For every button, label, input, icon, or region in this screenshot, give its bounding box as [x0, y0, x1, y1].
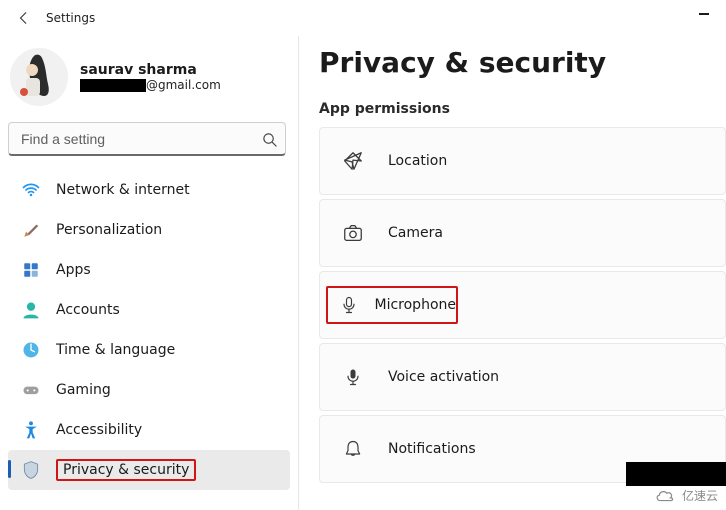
permission-microphone[interactable]: Microphone [319, 271, 726, 339]
bell-icon [338, 434, 368, 464]
profile-block[interactable]: saurav sharma @gmail.com [8, 42, 290, 122]
profile-email: @gmail.com [80, 78, 221, 92]
email-suffix: @gmail.com [146, 78, 221, 92]
sidebar-item-accessibility[interactable]: Accessibility [8, 410, 290, 450]
sidebar-item-label: Accounts [56, 302, 120, 318]
shield-icon [20, 459, 42, 481]
sidebar-item-label: Time & language [56, 342, 175, 358]
voice-icon [338, 362, 368, 392]
sidebar-item-time-language[interactable]: Time & language [8, 330, 290, 370]
page-title: Privacy & security [319, 46, 726, 79]
sidebar-item-personalization[interactable]: Personalization [8, 210, 290, 250]
permission-camera[interactable]: Camera [319, 199, 726, 267]
permission-voice-activation[interactable]: Voice activation [319, 343, 726, 411]
sidebar-item-privacy-security[interactable]: Privacy & security [8, 450, 290, 490]
clock-globe-icon [20, 339, 42, 361]
watermark-text: 亿速云 [682, 487, 718, 504]
card-label: Voice activation [388, 369, 499, 385]
redacted-band [626, 462, 726, 486]
sidebar-item-apps[interactable]: Apps [8, 250, 290, 290]
redacted-segment [80, 79, 146, 92]
avatar-image [10, 48, 68, 106]
card-label: Microphone [375, 297, 457, 313]
sidebar-item-label: Gaming [56, 382, 111, 398]
cloud-logo-icon [654, 488, 676, 504]
location-icon [338, 146, 368, 176]
section-title: App permissions [319, 101, 726, 117]
sidebar-item-label: Personalization [56, 222, 162, 238]
permission-location[interactable]: Location [319, 127, 726, 195]
microphone-icon [338, 290, 361, 320]
gamepad-icon [20, 379, 42, 401]
search-icon [262, 132, 277, 147]
back-button[interactable] [12, 6, 36, 30]
card-label: Camera [388, 225, 443, 241]
permission-cards: Location Camera Microphone [319, 127, 726, 483]
arrow-left-icon [17, 11, 31, 25]
titlebar: Settings [0, 0, 726, 36]
minimize-button[interactable] [692, 6, 716, 22]
apps-icon [20, 259, 42, 281]
profile-name: saurav sharma [80, 62, 221, 78]
avatar [10, 48, 68, 106]
paintbrush-icon [20, 219, 42, 241]
sidebar-item-label: Accessibility [56, 422, 142, 438]
accessibility-icon [20, 419, 42, 441]
minimize-icon [699, 13, 709, 14]
microphone-highlight-box: Microphone [326, 286, 458, 324]
sidebar-item-label: Apps [56, 262, 91, 278]
sidebar-item-gaming[interactable]: Gaming [8, 370, 290, 410]
search-field[interactable] [8, 122, 286, 156]
card-label: Notifications [388, 441, 476, 457]
sidebar-item-label: Network & internet [56, 182, 190, 198]
wifi-icon [20, 179, 42, 201]
sidebar-item-accounts[interactable]: Accounts [8, 290, 290, 330]
content-pane: Privacy & security App permissions Locat… [298, 36, 726, 510]
card-label: Location [388, 153, 447, 169]
camera-icon [338, 218, 368, 248]
sidebar-item-label: Privacy & security [56, 459, 196, 481]
window-title: Settings [46, 11, 95, 25]
search-button[interactable] [258, 128, 280, 150]
watermark: 亿速云 [654, 487, 718, 504]
person-icon [20, 299, 42, 321]
sidebar: saurav sharma @gmail.com Network & inter… [0, 36, 298, 510]
sidebar-item-network[interactable]: Network & internet [8, 170, 290, 210]
nav: Network & internet Personalization Apps … [8, 170, 290, 490]
search-input[interactable] [8, 122, 286, 156]
